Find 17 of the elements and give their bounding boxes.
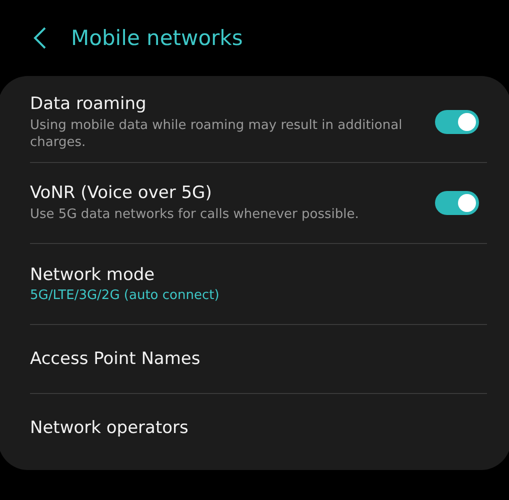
item-title: Data roaming: [30, 94, 148, 114]
item-summary: Using mobile data while roaming may result in additional charges.: [30, 116, 404, 150]
item-title: VoNR (Voice over 5G): [30, 183, 213, 203]
item-title: Network mode: [30, 265, 156, 285]
back-icon[interactable]: [33, 26, 47, 50]
item-title: Access Point Names: [30, 349, 202, 369]
toggle-switch[interactable]: [435, 110, 479, 134]
page-title: Mobile networks: [71, 26, 243, 50]
settings-item[interactable]: Network operators: [30, 394, 479, 462]
toggle-switch[interactable]: [435, 191, 479, 215]
item-summary: Use 5G data networks for calls whenever possible.: [30, 206, 360, 223]
item-value: 5G/LTE/3G/2G (auto connect): [30, 288, 220, 303]
settings-item[interactable]: Network mode 5G/LTE/3G/2G (auto connect): [30, 244, 479, 324]
settings-item[interactable]: Data roaming Using mobile data while roaming may result in additional charges.: [30, 82, 479, 162]
settings-item[interactable]: Access Point Names: [30, 325, 479, 393]
item-title: Network operators: [30, 418, 190, 438]
settings-item[interactable]: VoNR (Voice over 5G) Use 5G data networks for calls whenever possible.: [30, 163, 479, 243]
